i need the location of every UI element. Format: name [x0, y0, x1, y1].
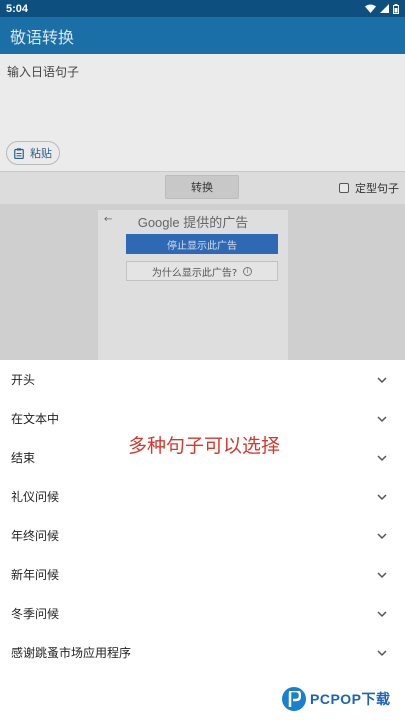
fixed-sentence-checkbox[interactable] [339, 183, 349, 193]
wifi-icon [365, 4, 376, 13]
why-ad-button[interactable]: 为什么显示此广告? i [126, 261, 278, 281]
category-label: 在文本中 [11, 412, 60, 426]
chevron-down-icon [377, 610, 387, 617]
category-label: 新年问候 [11, 568, 60, 582]
paste-button[interactable]: 粘贴 [6, 141, 60, 165]
category-label: 结束 [11, 451, 36, 465]
watermark: PCPOP下载 [282, 684, 391, 714]
category-label: 年终问候 [11, 529, 60, 543]
why-ad-label: 为什么显示此广告? [151, 267, 238, 279]
input-placeholder: 输入日语句子 [7, 65, 80, 79]
stop-ad-button[interactable]: 停止显示此广告 [126, 234, 278, 254]
chevron-down-icon [377, 493, 387, 500]
pcpop-logo-icon [282, 687, 306, 711]
ad-header: Google 提供的广告 [137, 215, 249, 230]
category-item-etiquette[interactable]: 礼仪问候 [0, 477, 405, 516]
category-item-opening[interactable]: 开头 [0, 360, 405, 399]
category-item-flea-market-thanks[interactable]: 感谢跳蚤市场应用程序 [0, 633, 405, 672]
battery-icon [393, 3, 399, 14]
status-bar: 5:04 [0, 0, 405, 17]
category-label: 感谢跳蚤市场应用程序 [11, 646, 132, 660]
japanese-input-field[interactable]: 输入日语句子 [0, 54, 405, 171]
info-icon: i [243, 266, 253, 276]
chevron-down-icon [377, 532, 387, 539]
chevron-down-icon [377, 454, 387, 461]
fixed-sentence-label: 定型句子 [355, 182, 399, 195]
overlay-caption: 多种句子可以选择 [128, 435, 281, 457]
category-item-new-year[interactable]: 新年问候 [0, 555, 405, 594]
chevron-down-icon [377, 415, 387, 422]
chevron-down-icon [377, 649, 387, 656]
paste-label: 粘贴 [30, 147, 52, 160]
ad-area: ← Google 提供的广告 停止显示此广告 为什么显示此广告? i [0, 204, 405, 360]
watermark-brand: PCPOP下载 [310, 691, 391, 707]
category-item-winter[interactable]: 冬季问候 [0, 594, 405, 633]
chevron-down-icon [377, 571, 387, 578]
ad-card: ← Google 提供的广告 停止显示此广告 为什么显示此广告? i [98, 210, 288, 360]
fixed-sentence-toggle[interactable]: 定型句子 [339, 180, 399, 196]
category-label: 冬季问候 [11, 607, 60, 621]
app-bar: 敬语转换 [0, 17, 405, 54]
convert-button[interactable]: 转换 [165, 175, 239, 199]
chevron-down-icon [377, 376, 387, 383]
category-label: 开头 [11, 373, 36, 387]
clipboard-icon [14, 147, 24, 159]
status-icons [365, 3, 399, 14]
status-time: 5:04 [6, 2, 29, 15]
signal-icon [380, 4, 389, 13]
category-label: 礼仪问候 [11, 490, 60, 504]
category-item-year-end[interactable]: 年终问候 [0, 516, 405, 555]
convert-row: 转换 定型句子 [0, 172, 405, 204]
app-title: 敬语转换 [10, 27, 75, 47]
